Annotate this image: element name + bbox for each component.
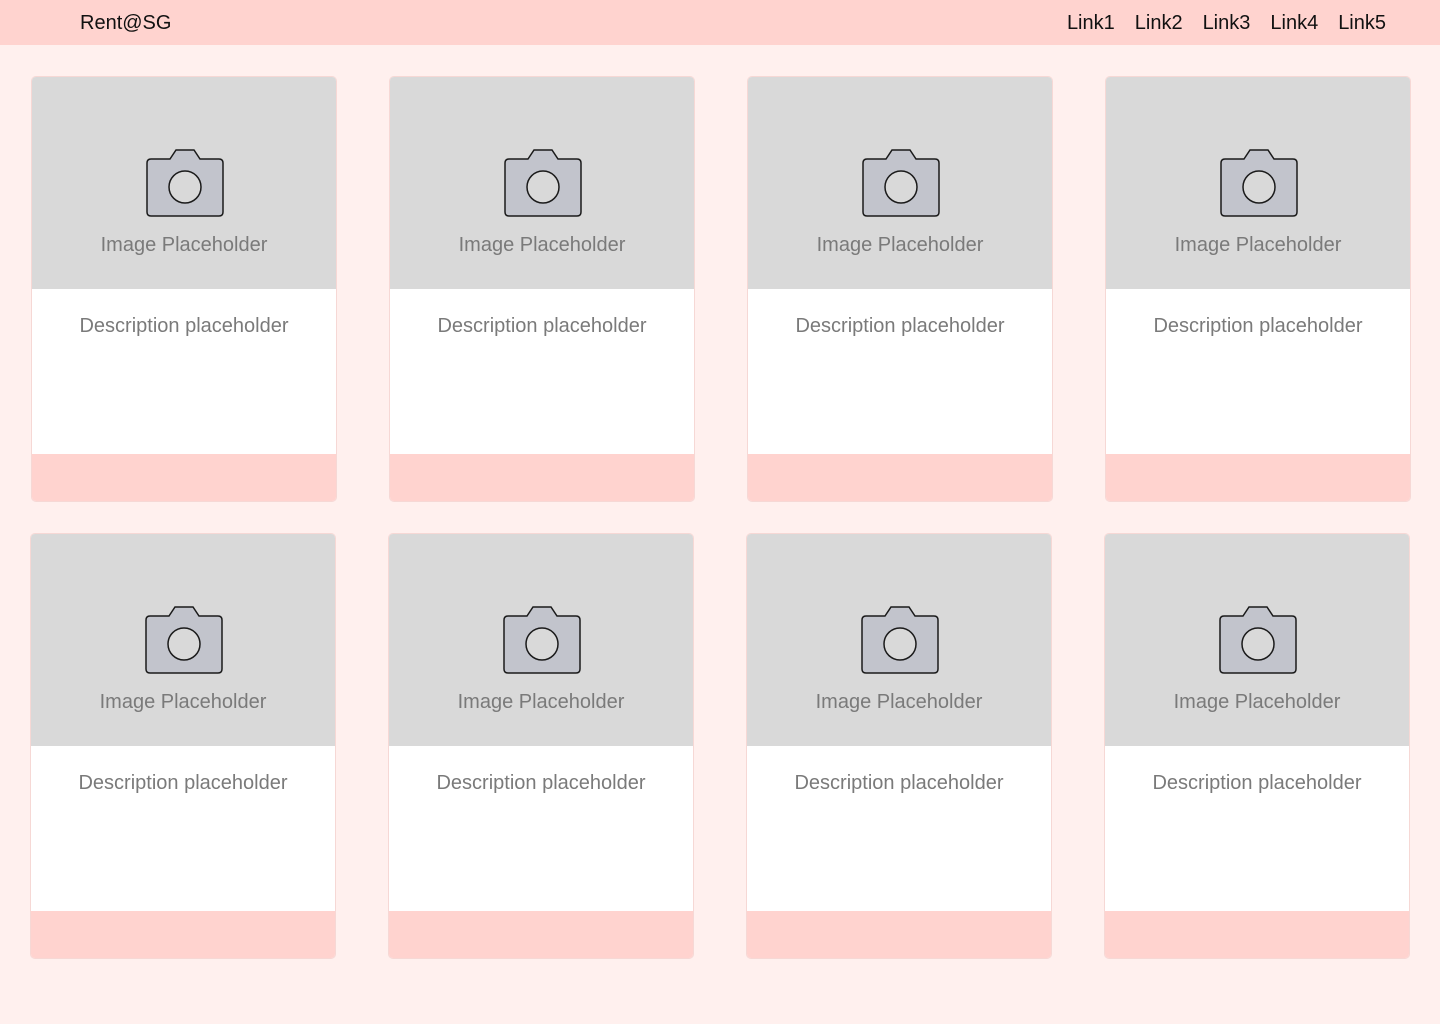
card-footer-bar[interactable]	[1106, 454, 1410, 501]
listing-card[interactable]: Image Placeholder Description placeholde…	[1106, 77, 1410, 501]
camera-icon	[504, 149, 582, 217]
listing-card[interactable]: Image Placeholder Description placeholde…	[31, 534, 335, 958]
card-description: Description placeholder	[79, 315, 289, 337]
card-footer-bar[interactable]	[32, 454, 336, 501]
card-footer-bar[interactable]	[390, 454, 694, 501]
camera-icon	[145, 606, 223, 674]
nav-link-2[interactable]: Link2	[1135, 11, 1183, 35]
listing-card[interactable]: Image Placeholder Description placeholde…	[748, 77, 1052, 501]
image-placeholder-label: Image Placeholder	[458, 234, 626, 256]
image-placeholder-label: Image Placeholder	[99, 691, 267, 713]
card-footer-bar[interactable]	[389, 911, 693, 958]
camera-icon	[503, 606, 581, 674]
camera-icon	[1219, 606, 1297, 674]
image-placeholder-label: Image Placeholder	[457, 691, 625, 713]
nav-links: Link1 Link2 Link3 Link4 Link5	[1067, 11, 1386, 35]
card-footer-bar[interactable]	[1105, 911, 1409, 958]
card-footer-bar[interactable]	[31, 911, 335, 958]
card-description: Description placeholder	[78, 772, 288, 794]
card-description: Description placeholder	[795, 315, 1005, 337]
nav-link-5[interactable]: Link5	[1338, 11, 1386, 35]
brand-logo[interactable]: Rent@SG	[80, 11, 171, 35]
card-image-placeholder: Image Placeholder	[1105, 534, 1409, 746]
card-description: Description placeholder	[1153, 315, 1363, 337]
card-description: Description placeholder	[436, 772, 646, 794]
image-placeholder-label: Image Placeholder	[1173, 691, 1341, 713]
listing-card[interactable]: Image Placeholder Description placeholde…	[32, 77, 336, 501]
image-placeholder-label: Image Placeholder	[816, 234, 984, 256]
listing-card[interactable]: Image Placeholder Description placeholde…	[1105, 534, 1409, 958]
top-navbar: Rent@SG Link1 Link2 Link3 Link4 Link5	[0, 0, 1440, 45]
card-image-placeholder: Image Placeholder	[32, 77, 336, 289]
image-placeholder-label: Image Placeholder	[100, 234, 268, 256]
card-description: Description placeholder	[794, 772, 1004, 794]
camera-icon	[146, 149, 224, 217]
listing-card[interactable]: Image Placeholder Description placeholde…	[747, 534, 1051, 958]
camera-icon	[1220, 149, 1298, 217]
card-image-placeholder: Image Placeholder	[747, 534, 1051, 746]
image-placeholder-label: Image Placeholder	[1174, 234, 1342, 256]
card-image-placeholder: Image Placeholder	[31, 534, 335, 746]
camera-icon	[862, 149, 940, 217]
image-placeholder-label: Image Placeholder	[815, 691, 983, 713]
nav-link-3[interactable]: Link3	[1203, 11, 1251, 35]
listing-card[interactable]: Image Placeholder Description placeholde…	[390, 77, 694, 501]
card-image-placeholder: Image Placeholder	[390, 77, 694, 289]
card-description: Description placeholder	[1152, 772, 1362, 794]
card-footer-bar[interactable]	[747, 911, 1051, 958]
nav-link-1[interactable]: Link1	[1067, 11, 1115, 35]
card-image-placeholder: Image Placeholder	[748, 77, 1052, 289]
card-image-placeholder: Image Placeholder	[1106, 77, 1410, 289]
card-description: Description placeholder	[437, 315, 647, 337]
card-image-placeholder: Image Placeholder	[389, 534, 693, 746]
card-footer-bar[interactable]	[748, 454, 1052, 501]
nav-link-4[interactable]: Link4	[1270, 11, 1318, 35]
listing-card[interactable]: Image Placeholder Description placeholde…	[389, 534, 693, 958]
camera-icon	[861, 606, 939, 674]
